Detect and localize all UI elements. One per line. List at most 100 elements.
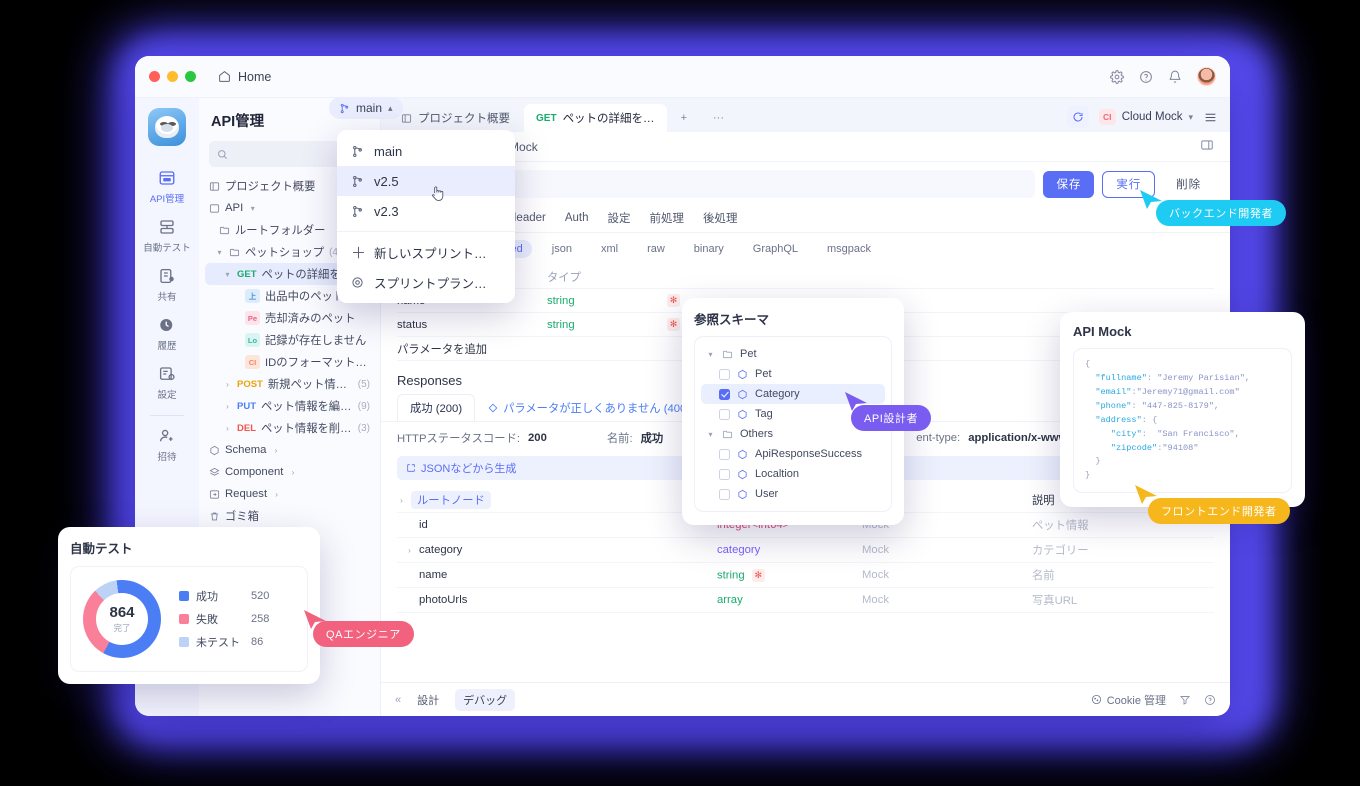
body-type-graphql[interactable]: GraphQL xyxy=(744,240,807,258)
rail-item-share[interactable]: 共有 xyxy=(135,260,199,309)
menu-icon[interactable] xyxy=(1203,111,1218,124)
help-icon[interactable] xyxy=(1204,694,1216,706)
chevron-right-icon[interactable]: › xyxy=(288,468,297,477)
row-mock[interactable]: Mock xyxy=(862,594,1032,606)
help-icon[interactable] xyxy=(1139,70,1153,84)
checkbox[interactable] xyxy=(719,368,730,380)
dropdown-item-sprint-plan[interactable]: スプリントプラン… xyxy=(337,267,515,297)
response-tab-bad-request[interactable]: パラメータが正しくありません (400) xyxy=(475,394,703,421)
tab-more-button[interactable]: ··· xyxy=(701,104,736,132)
tree-item-del-delete-pet[interactable]: › DEL ペット情報を削除する (3) xyxy=(205,417,374,439)
request-tab-pre-process[interactable]: 前処理 xyxy=(650,210,685,232)
tree-item-put-edit-pet[interactable]: › PUT ペット情報を編集する (9) xyxy=(205,395,374,417)
cookie-manage-button[interactable]: Cookie 管理 xyxy=(1091,692,1166,708)
request-tab-post-process[interactable]: 後処理 xyxy=(703,210,738,232)
filter-icon[interactable] xyxy=(1179,694,1191,706)
schema-group-pet[interactable]: ▾ Pet xyxy=(701,344,885,364)
response-name-value: 成功 xyxy=(640,433,664,445)
delete-button[interactable]: 削除 xyxy=(1163,171,1214,198)
footer-chip-debug[interactable]: デバッグ xyxy=(455,688,516,711)
chevron-down-icon: ▾ xyxy=(1188,111,1193,122)
body-type-binary[interactable]: binary xyxy=(685,240,733,258)
schema-item-user[interactable]: User xyxy=(701,484,885,504)
dropdown-item-v23[interactable]: v2.3 xyxy=(337,196,515,226)
chevron-down-icon[interactable]: ▾ xyxy=(223,270,232,279)
checkbox[interactable] xyxy=(719,408,730,420)
tree-item-case[interactable]: CI IDのフォーマットが不正… xyxy=(205,351,374,373)
row-mock[interactable]: Mock xyxy=(862,544,1032,556)
chevron-right-icon[interactable]: › xyxy=(223,424,232,433)
auto-test-card: 自動テスト 864 完了 成功 520 失敗 258 未テスト 86 xyxy=(58,527,320,684)
tab-get-pet-detail[interactable]: GET ペットの詳細を… xyxy=(524,104,667,132)
status-code-value: 200 xyxy=(528,432,547,444)
branch-selector[interactable]: main ▴ xyxy=(329,97,403,119)
cloud-mock-selector[interactable]: CI Cloud Mock ▾ xyxy=(1098,109,1193,125)
gear-icon[interactable] xyxy=(1110,69,1124,84)
chevron-down-icon[interactable]: ▾ xyxy=(706,350,715,359)
request-tab-auth[interactable]: Auth xyxy=(565,212,589,230)
response-tab-success[interactable]: 成功 (200) xyxy=(397,394,476,421)
schema-item-apiresponsesuccess[interactable]: ApiResponseSuccess xyxy=(701,444,885,464)
chevron-right-icon[interactable]: › xyxy=(223,380,232,389)
table-row[interactable]: name string ✻ Mock 名前 xyxy=(397,563,1214,588)
chevron-down-icon[interactable]: ▾ xyxy=(248,204,257,213)
rail-item-auto-test[interactable]: 自動テスト xyxy=(135,211,199,260)
window-controls[interactable] xyxy=(149,71,196,82)
tree-item-schema[interactable]: Schema › xyxy=(205,439,374,461)
table-row[interactable]: photoUrls array Mock 写真URL xyxy=(397,588,1214,613)
user-avatar[interactable] xyxy=(1197,67,1216,86)
dropdown-item-new-sprint[interactable]: ＋ 新しいスプリント… xyxy=(337,237,515,267)
checkbox[interactable] xyxy=(719,388,730,400)
row-mock[interactable]: Mock xyxy=(862,569,1032,581)
chevron-down-icon[interactable]: ▾ xyxy=(215,248,224,257)
chevron-right-icon[interactable]: › xyxy=(272,490,281,499)
add-tab-button[interactable]: + xyxy=(669,104,699,132)
dropdown-item-v25[interactable]: v2.5 xyxy=(337,166,515,196)
folder-icon xyxy=(722,430,733,438)
rail-label: 共有 xyxy=(157,292,177,303)
tree-item-request[interactable]: Request › xyxy=(205,483,374,505)
checkbox[interactable] xyxy=(719,448,730,460)
maximize-window-button[interactable] xyxy=(185,71,196,82)
body-type-msgpack[interactable]: msgpack xyxy=(818,240,880,258)
save-button[interactable]: 保存 xyxy=(1043,170,1095,198)
rail-item-history[interactable]: 履歴 xyxy=(135,309,199,358)
rail-item-invite[interactable]: 招待 xyxy=(135,420,199,469)
chevron-right-icon[interactable]: › xyxy=(405,546,414,555)
table-row[interactable]: › category category Mock カテゴリー xyxy=(397,538,1214,563)
checkbox[interactable] xyxy=(719,488,730,500)
legend-value: 258 xyxy=(251,613,270,625)
minimize-window-button[interactable] xyxy=(167,71,178,82)
cloud-mock-avatar: CI xyxy=(1098,109,1116,125)
cookie-label: Cookie 管理 xyxy=(1106,694,1166,707)
tree-item-component[interactable]: Component › xyxy=(205,461,374,483)
tree-item-case[interactable]: Lo 記録が存在しません xyxy=(205,329,374,351)
home-breadcrumb[interactable]: Home xyxy=(218,70,271,84)
collapse-button[interactable]: « xyxy=(395,694,401,706)
chevron-right-icon[interactable]: › xyxy=(271,446,280,455)
settings-icon xyxy=(159,367,175,381)
row-desc: カテゴリー xyxy=(1032,545,1089,557)
bell-icon[interactable] xyxy=(1168,70,1182,84)
rail-item-settings[interactable]: 設定 xyxy=(135,358,199,407)
body-type-json[interactable]: json xyxy=(543,240,581,258)
schema-item-pet[interactable]: Pet xyxy=(701,364,885,384)
chevron-right-icon[interactable]: › xyxy=(397,496,406,505)
tab-project-overview[interactable]: プロジェクト概要 xyxy=(389,104,522,132)
dropdown-item-main[interactable]: main xyxy=(337,136,515,166)
schema-item-localtion[interactable]: Localtion xyxy=(701,464,885,484)
toggle-right-panel-button[interactable] xyxy=(1200,138,1214,155)
checkbox[interactable] xyxy=(719,468,730,480)
body-type-xml[interactable]: xml xyxy=(592,240,627,258)
tree-item-trash[interactable]: ゴミ箱 xyxy=(205,505,374,527)
footer-chip-design[interactable]: 設計 xyxy=(409,689,447,711)
request-tab-settings[interactable]: 設定 xyxy=(608,210,631,232)
chevron-right-icon[interactable]: › xyxy=(223,402,232,411)
close-window-button[interactable] xyxy=(149,71,160,82)
refresh-button[interactable] xyxy=(1066,106,1089,128)
body-type-raw[interactable]: raw xyxy=(638,240,674,258)
tree-item-case[interactable]: Pe 売却済みのペット xyxy=(205,307,374,329)
rail-item-api-management[interactable]: API管理 xyxy=(135,162,199,211)
tree-item-post-create-pet[interactable]: › POST 新規ペット情報作成 (5) xyxy=(205,373,374,395)
chevron-down-icon[interactable]: ▾ xyxy=(706,430,715,439)
